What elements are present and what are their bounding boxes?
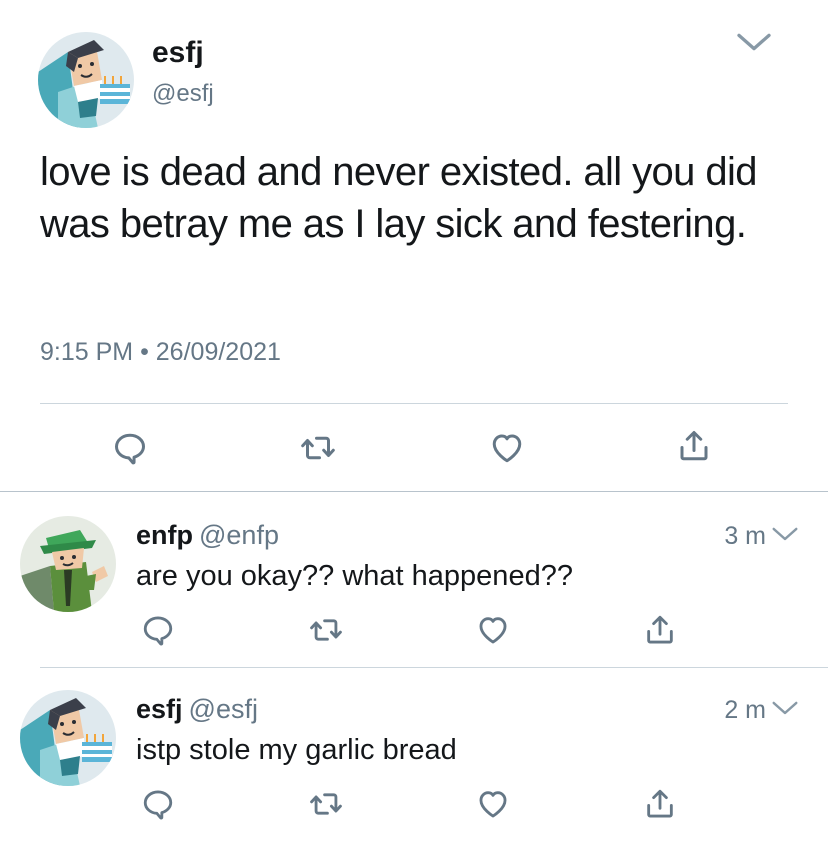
share-icon[interactable] (640, 610, 680, 650)
reply-icon[interactable] (138, 784, 178, 824)
share-icon[interactable] (674, 426, 714, 466)
reply-icon[interactable] (138, 610, 178, 650)
tweet-time: 9:15 PM (40, 338, 134, 366)
reply-author-handle[interactable]: @esfj (189, 694, 258, 724)
chevron-down-icon[interactable] (770, 524, 800, 548)
esfj-character-avatar[interactable] (38, 32, 134, 128)
author-name[interactable]: esfj (152, 36, 204, 70)
tweet-date: 26/09/2021 (155, 338, 281, 366)
author-handle[interactable]: @esfj (152, 80, 214, 108)
reply-icon[interactable] (110, 428, 150, 468)
main-tweet: esfj @esfj love is dead and never existe… (0, 0, 828, 492)
retweet-icon[interactable] (298, 428, 338, 468)
retweet-icon[interactable] (306, 784, 346, 824)
tweet-timestamp: 9:15 PM • 26/09/2021 (40, 338, 281, 367)
reply-author-handle[interactable]: @enfp (199, 520, 279, 550)
share-icon[interactable] (640, 784, 680, 824)
tweet-text: love is dead and never existed. all you … (40, 150, 758, 246)
reply-author[interactable]: enfp @enfp (136, 520, 279, 551)
reply-text: are you okay?? what happened?? (136, 560, 573, 592)
like-icon[interactable] (487, 428, 527, 468)
reply-actions (0, 610, 828, 654)
retweet-icon[interactable] (306, 610, 346, 650)
esfj-character-avatar[interactable] (20, 690, 116, 786)
reply-author-name[interactable]: enfp (136, 520, 193, 550)
reply-actions (0, 784, 828, 828)
chevron-down-icon[interactable] (734, 28, 774, 60)
divider (40, 403, 788, 404)
reply-time: 3 m (724, 522, 766, 550)
enfp-character-avatar[interactable] (20, 516, 116, 612)
like-icon[interactable] (473, 610, 513, 650)
meta-separator: • (140, 338, 149, 366)
reply-time: 2 m (724, 696, 766, 724)
reply-author[interactable]: esfj @esfj (136, 694, 258, 725)
reply-text: istp stole my garlic bread (136, 734, 457, 766)
tweet-actions (0, 424, 828, 474)
chevron-down-icon[interactable] (770, 698, 800, 722)
reply-tweet[interactable]: esfj @esfj 2 m istp stole my garlic bread (0, 668, 828, 844)
reply-tweet[interactable]: enfp @enfp 3 m are you okay?? what happen… (0, 492, 828, 668)
like-icon[interactable] (473, 784, 513, 824)
reply-author-name[interactable]: esfj (136, 694, 183, 724)
